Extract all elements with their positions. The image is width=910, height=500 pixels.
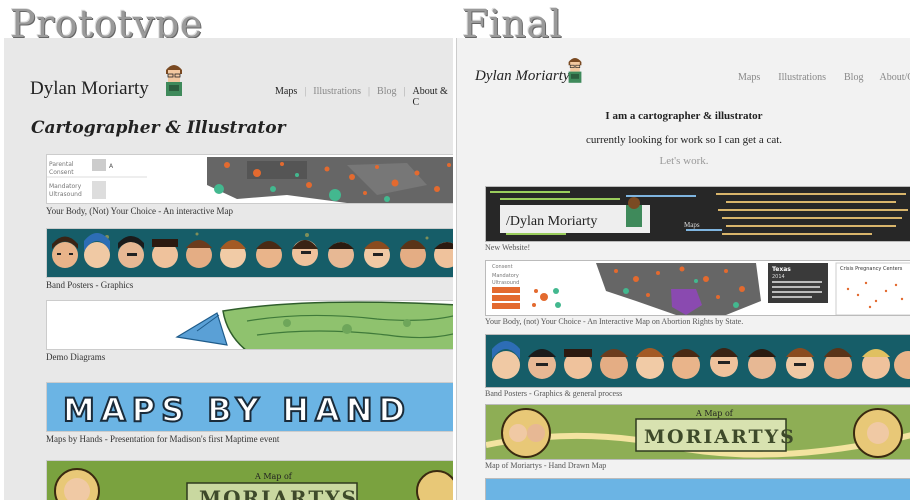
portfolio-card-band-posters[interactable]: Band Posters - Graphics <box>46 228 453 290</box>
portfolio-card-maps-by-hands[interactable]: MAPS BY HAND Maps by Hands - Presentatio… <box>46 382 453 444</box>
card-caption[interactable]: Your Body, (not) Your Choice - An Intera… <box>485 317 910 326</box>
nav-blog[interactable]: Blog <box>844 72 863 83</box>
map-label-ultrasound: Ultrasound <box>492 280 519 286</box>
map-label-mandatory: Mandatory <box>492 273 519 279</box>
maps-by-hand-text: MAPS BY HAND <box>63 391 411 429</box>
card-thumbnail[interactable]: MAPS BY HAND <box>46 382 453 432</box>
diagram-illustration <box>47 301 453 349</box>
portfolio-card-band-posters[interactable]: Band Posters - Graphics & general proces… <box>485 334 910 398</box>
moriartys-map-banner: A Map of MORIARTYS <box>486 405 910 459</box>
card-thumbnail[interactable] <box>46 228 453 278</box>
moriartys-title: MORIARTYS <box>199 486 358 500</box>
card-thumbnail[interactable] <box>46 300 453 350</box>
portfolio-card-map[interactable]: Consent Mandatory Ultrasound Texas 2014 … <box>485 260 910 326</box>
card-thumbnail[interactable]: Consent Mandatory Ultrasound Texas 2014 … <box>485 260 910 316</box>
prototype-panel: Dylan Moriarty Maps | Illustrations | Bl… <box>4 38 453 500</box>
card-caption[interactable]: Band Posters - Graphics & general proces… <box>485 389 910 398</box>
map-of-label: A Map of <box>695 409 734 418</box>
card-thumbnail[interactable] <box>485 478 910 500</box>
crisis-centers-label: Crisis Pregnancy Centers <box>840 266 903 272</box>
nav-separator: | <box>403 86 406 97</box>
moriartys-map-banner: A Map of MORIARTYS <box>47 461 453 500</box>
maps-by-hand-banner: MAPS BY HAND <box>47 383 453 431</box>
main-nav: Maps Illustrations Blog About/Conta <box>738 72 910 83</box>
nav-about[interactable]: About/Conta <box>879 72 910 83</box>
map-label-consent: Consent <box>492 264 513 270</box>
site-logo[interactable]: Dylan Moriarty <box>475 68 570 85</box>
map-state-label: Texas <box>772 266 791 273</box>
abortion-map-preview: Parental Consent Mandatory Ultrasound A <box>47 155 453 203</box>
nav-separator: | <box>368 86 371 97</box>
card-thumbnail[interactable]: /Dylan Moriarty Maps <box>485 186 910 242</box>
map-label-parental: Parental <box>49 161 74 168</box>
moriartys-title: MORIARTYS <box>644 426 796 448</box>
code-screenshot-preview: /Dylan Moriarty Maps <box>486 187 910 241</box>
nav-blog[interactable]: Blog <box>377 86 396 108</box>
card-thumbnail[interactable]: Parental Consent Mandatory Ultrasound A <box>46 154 453 204</box>
portfolio-card-moriartys[interactable]: A Map of MORIARTYS <box>46 460 453 500</box>
map-of-label: A Map of <box>254 472 293 481</box>
portfolio-card-demo-diagrams[interactable]: Demo Diagrams <box>46 300 453 362</box>
abortion-map-preview: Consent Mandatory Ultrasound Texas 2014 … <box>486 261 910 315</box>
map-year-label: 2014 <box>772 274 785 280</box>
lets-work-link[interactable]: Let's work. <box>457 155 910 167</box>
intro-headline: I am a cartographer & illustrator <box>605 110 763 122</box>
portfolio-card-new-website[interactable]: /Dylan Moriarty Maps New Website! <box>485 186 910 252</box>
map-label-ultrasound: Ultrasound <box>49 191 82 198</box>
nav-separator: | <box>304 86 307 97</box>
nav-illustrations[interactable]: Illustrations <box>778 72 826 83</box>
card-caption[interactable]: Map of Moriartys - Hand Drawn Map <box>485 461 910 470</box>
map-label-consent: Consent <box>49 169 74 176</box>
portfolio-card-maps-by-hands[interactable] <box>485 478 910 500</box>
code-logo-text: /Dylan Moriarty <box>506 214 597 229</box>
card-caption[interactable]: Maps by Hands - Presentation for Madison… <box>46 434 453 444</box>
avatar-icon <box>568 58 582 83</box>
page-title: Cartographer & Illustrator <box>31 118 286 138</box>
card-thumbnail[interactable]: A Map of MORIARTYS <box>46 460 453 500</box>
card-caption[interactable]: Band Posters - Graphics <box>46 280 453 290</box>
avatar-icon <box>166 65 182 96</box>
band-poster-illustration <box>47 229 453 277</box>
nav-maps[interactable]: Maps <box>738 72 760 83</box>
card-thumbnail[interactable] <box>485 334 910 388</box>
nav-about[interactable]: About & C <box>413 86 453 108</box>
card-caption[interactable]: New Website! <box>485 243 910 252</box>
nav-maps[interactable]: Maps <box>275 86 297 108</box>
card-caption[interactable]: Demo Diagrams <box>46 352 453 362</box>
code-maps-text: Maps <box>684 221 700 229</box>
main-nav: Maps | Illustrations | Blog | About & C <box>275 86 453 108</box>
card-caption[interactable]: Your Body, (Not) Your Choice - An intera… <box>46 206 453 216</box>
band-poster-illustration <box>486 335 910 387</box>
nav-illustrations[interactable]: Illustrations <box>313 86 361 108</box>
map-label-mandatory: Mandatory <box>49 183 82 190</box>
final-panel: Dylan Moriarty Maps Illustrations Blog A… <box>456 38 910 500</box>
portfolio-card-moriartys[interactable]: A Map of MORIARTYS Map of Moriartys - Ha… <box>485 404 910 470</box>
portfolio-card-map[interactable]: Parental Consent Mandatory Ultrasound A <box>46 154 453 216</box>
card-thumbnail[interactable]: A Map of MORIARTYS <box>485 404 910 460</box>
intro-subline: currently looking for work so I can get … <box>585 134 783 146</box>
site-logo[interactable]: Dylan Moriarty <box>30 78 149 100</box>
